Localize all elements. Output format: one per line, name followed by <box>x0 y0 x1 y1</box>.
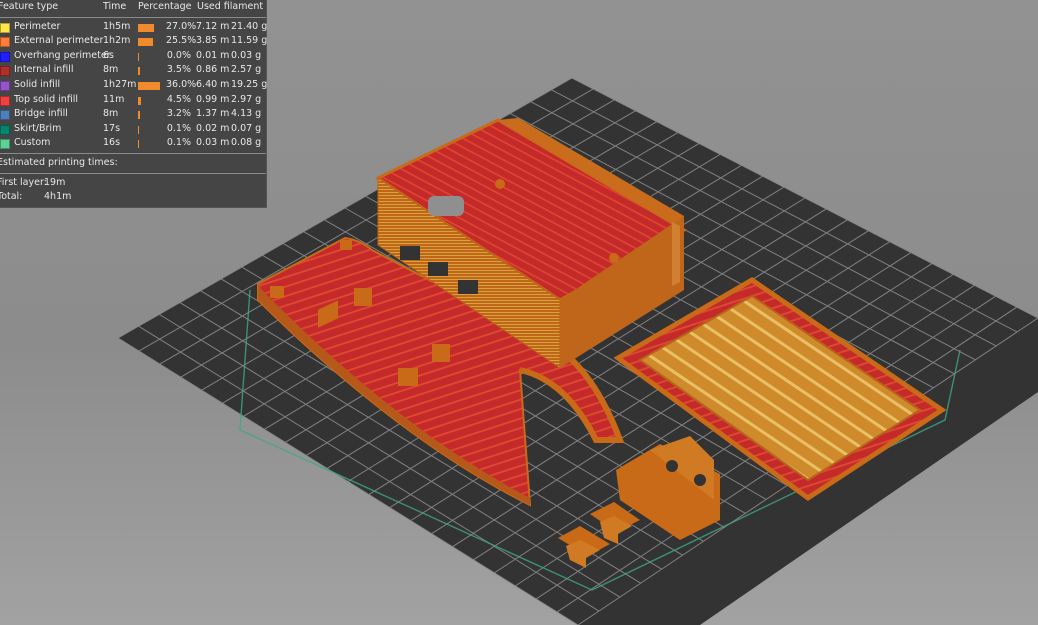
feature-time: 16s <box>103 137 121 149</box>
legend-panel: Feature type Time Percentage Used filame… <box>0 0 267 208</box>
feature-time: 6s <box>103 49 114 61</box>
legend-row: Top solid infill 11m 4.5% 0.99 m 2.97 g <box>0 93 266 108</box>
feature-weight: 2.57 g <box>231 64 262 76</box>
feature-length: 7.12 m <box>196 20 230 32</box>
feature-percentage: 4.5% <box>166 93 191 105</box>
feature-time: 1h5m <box>103 20 131 32</box>
feature-time: 17s <box>103 122 121 134</box>
feature-name: Bridge infill <box>14 108 68 120</box>
percentage-bar <box>138 38 153 47</box>
feature-weight: 4.13 g <box>231 108 262 120</box>
color-swatch <box>0 124 10 135</box>
first-layer-label: First layer: <box>0 176 47 188</box>
estimated-title-row: Estimated printing times: <box>0 156 266 171</box>
legend-row: External perimeter 1h2m 25.5% 3.85 m 11.59 g <box>0 34 268 49</box>
percentage-bar <box>138 23 154 32</box>
feature-weight: 0.03 g <box>231 49 262 61</box>
header-feature-type: Feature type <box>0 1 59 12</box>
color-swatch <box>0 22 10 33</box>
total-row: Total: 4h1m <box>0 190 266 205</box>
feature-percentage: 25.5% <box>166 35 197 47</box>
feature-name: External perimeter <box>14 35 104 47</box>
percentage-bar <box>138 125 139 134</box>
legend-separator <box>0 152 266 154</box>
feature-weight: 19.25 g <box>231 78 268 90</box>
color-swatch <box>0 66 10 77</box>
feature-name: Skirt/Brim <box>14 122 62 134</box>
feature-weight: 21.40 g <box>231 20 268 32</box>
feature-name: Top solid infill <box>14 93 79 105</box>
color-swatch <box>0 95 10 106</box>
percentage-bar <box>138 67 140 76</box>
3d-preview-viewport[interactable]: Feature type Time Percentage Used filame… <box>0 0 1038 625</box>
feature-length: 0.02 m <box>196 122 230 134</box>
feature-length: 0.03 m <box>196 137 230 149</box>
feature-length: 0.99 m <box>196 93 230 105</box>
feature-percentage: 0.0% <box>166 49 191 61</box>
feature-percentage: 27.0% <box>166 20 197 32</box>
feature-time: 1h27m <box>103 78 137 90</box>
feature-weight: 2.97 g <box>231 93 262 105</box>
feature-length: 0.01 m <box>196 49 230 61</box>
first-layer-row: First layer: 19m <box>0 176 266 191</box>
feature-time: 8m <box>103 64 119 76</box>
legend-row: Bridge infill 8m 3.2% 1.37 m 4.13 g <box>0 107 266 122</box>
feature-length: 3.85 m <box>196 35 230 47</box>
feature-name: Custom <box>14 137 51 149</box>
total-value: 4h1m <box>44 191 72 203</box>
feature-time: 11m <box>103 93 125 105</box>
legend-row: Skirt/Brim 17s 0.1% 0.02 m 0.07 g <box>0 122 266 137</box>
percentage-bar <box>138 81 160 90</box>
feature-name: Overhang perimeter <box>14 49 111 61</box>
feature-weight: 0.07 g <box>231 122 262 134</box>
feature-name: Perimeter <box>14 20 61 32</box>
feature-percentage: 0.1% <box>166 122 191 134</box>
feature-length: 6.40 m <box>196 78 230 90</box>
feature-weight: 11.59 g <box>231 35 268 47</box>
feature-name: Solid infill <box>14 78 61 90</box>
legend-header: Feature type Time Percentage Used filame… <box>0 0 266 15</box>
feature-percentage: 0.1% <box>166 137 191 149</box>
feature-length: 0.86 m <box>196 64 230 76</box>
color-swatch <box>0 80 10 91</box>
header-used-filament: Used filament <box>197 1 264 12</box>
feature-percentage: 36.0% <box>166 78 197 90</box>
color-swatch <box>0 37 10 48</box>
legend-rows: Perimeter 1h5m 27.0% 7.12 m 21.40 g External … <box>0 20 268 151</box>
legend-row: Solid infill 1h27m 36.0% 6.40 m 19.25 g <box>0 78 268 93</box>
feature-length: 1.37 m <box>196 108 230 120</box>
legend-separator <box>0 16 266 18</box>
legend-row: Internal infill 8m 3.5% 0.86 m 2.57 g <box>0 63 266 78</box>
legend-row: Perimeter 1h5m 27.0% 7.12 m 21.40 g <box>0 20 268 35</box>
feature-time: 1h2m <box>103 35 131 47</box>
color-swatch <box>0 110 10 121</box>
percentage-bar <box>138 96 141 105</box>
legend-separator <box>0 172 266 174</box>
feature-percentage: 3.2% <box>166 108 191 120</box>
percentage-bar <box>138 52 139 61</box>
header-time: Time <box>103 1 127 12</box>
feature-weight: 0.08 g <box>231 137 262 149</box>
legend-row: Overhang perimeter 6s 0.0% 0.01 m 0.03 g <box>0 49 266 64</box>
estimated-title: Estimated printing times: <box>0 156 118 168</box>
feature-time: 8m <box>103 108 119 120</box>
feature-name: Internal infill <box>14 64 74 76</box>
color-swatch <box>0 139 10 150</box>
percentage-bar <box>138 140 139 149</box>
feature-percentage: 3.5% <box>166 64 191 76</box>
percentage-bar <box>138 111 140 120</box>
total-label: Total: <box>0 191 23 203</box>
first-layer-value: 19m <box>44 176 66 188</box>
header-percentage: Percentage <box>138 1 192 12</box>
color-swatch <box>0 51 10 62</box>
legend-row: Custom 16s 0.1% 0.03 m 0.08 g <box>0 136 266 151</box>
